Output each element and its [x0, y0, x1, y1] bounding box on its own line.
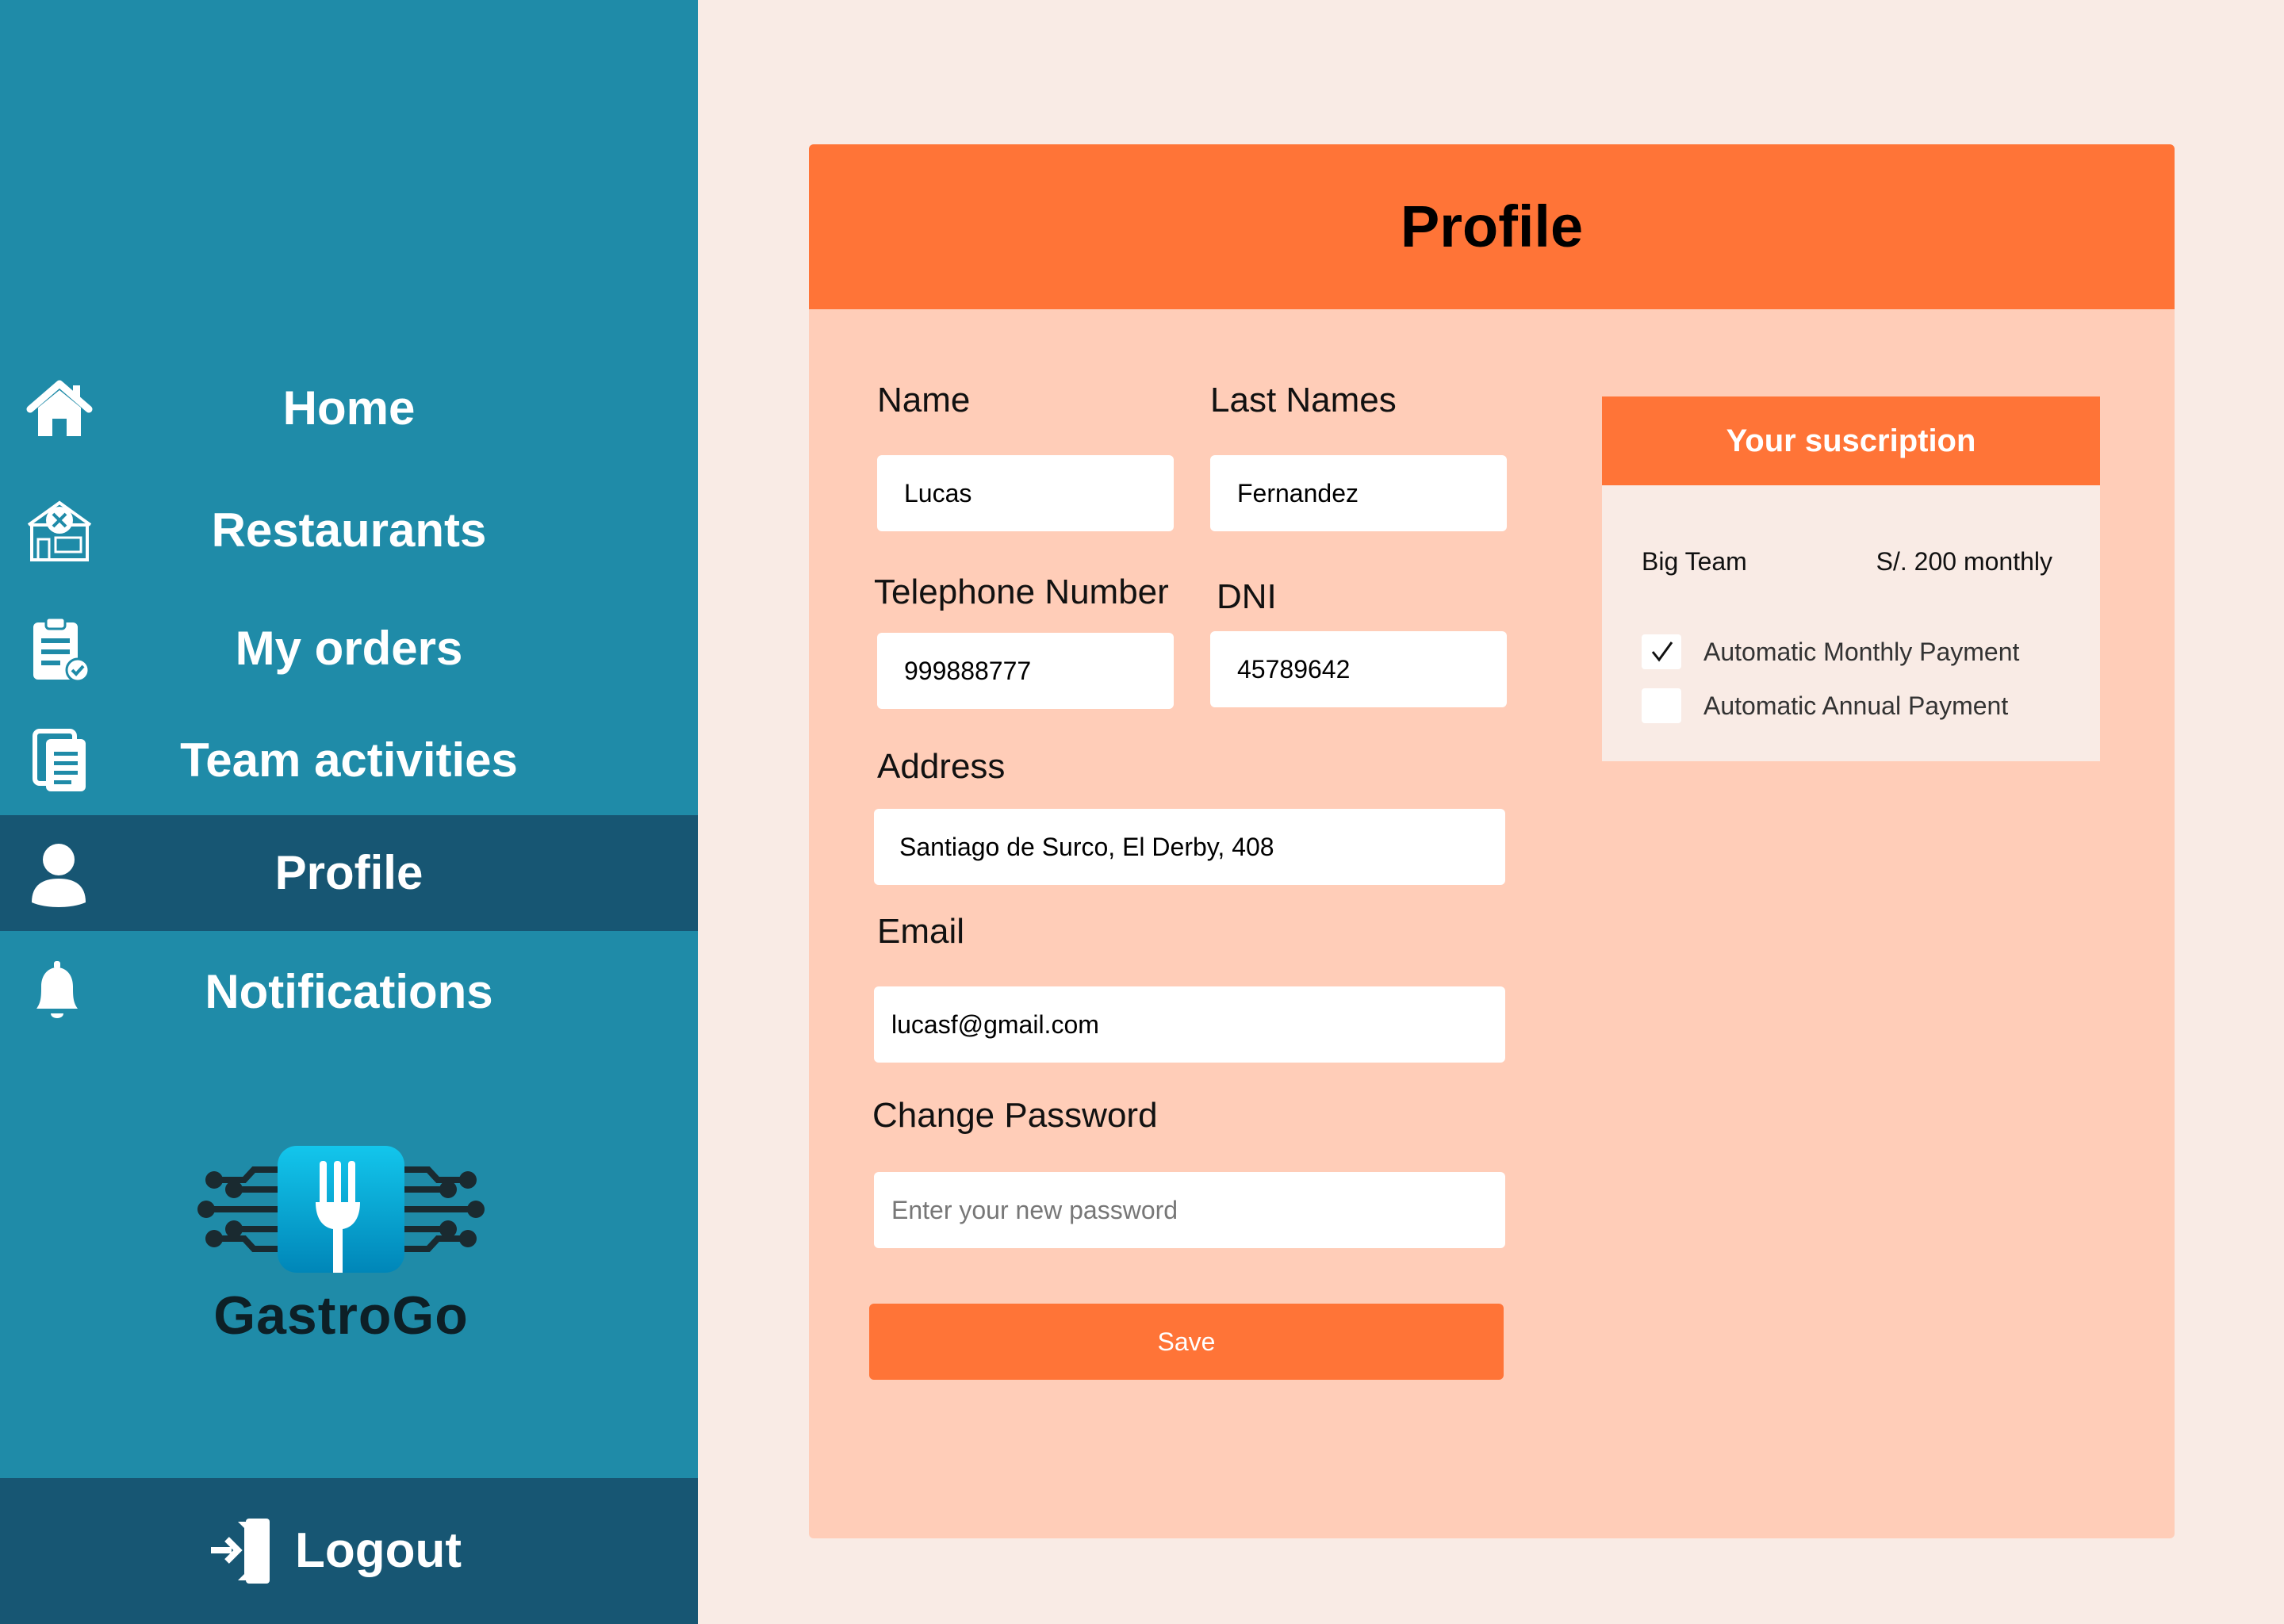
sidebar-item-team-activities[interactable]: Team activities — [0, 703, 698, 818]
last-names-label: Last Names — [1210, 381, 1397, 419]
checkmark-icon — [1651, 642, 1673, 662]
logout-button[interactable]: Logout — [0, 1478, 698, 1624]
monthly-payment-checkbox[interactable] — [1642, 634, 1681, 669]
bell-icon — [36, 961, 78, 1018]
save-button[interactable]: Save — [869, 1304, 1504, 1380]
clipboard-check-icon — [33, 616, 90, 683]
change-password-label: Change Password — [872, 1096, 1158, 1135]
address-field[interactable] — [874, 809, 1505, 885]
brand-name: GastroGo — [213, 1285, 469, 1346]
telephone-field[interactable] — [877, 633, 1174, 709]
telephone-label: Telephone Number — [874, 573, 1169, 611]
sidebar-item-label: Home — [282, 381, 416, 435]
monthly-payment-label: Automatic Monthly Payment — [1703, 638, 2020, 666]
restaurant-icon — [27, 500, 92, 561]
sidebar-item-label: Restaurants — [211, 504, 487, 557]
brand-logo: GastroGo — [190, 1142, 492, 1356]
sidebar-item-home[interactable]: Home — [0, 350, 698, 466]
sidebar-item-profile[interactable]: Profile — [0, 815, 698, 931]
new-password-field[interactable] — [874, 1172, 1505, 1248]
sidebar: Home Restaurants My orders Team activiti… — [0, 0, 698, 1624]
documents-icon — [33, 729, 86, 791]
sidebar-item-label: Team activities — [180, 733, 518, 787]
name-label: Name — [877, 381, 971, 419]
user-icon — [32, 844, 86, 907]
page-title: Profile — [1400, 193, 1584, 259]
plan-name: Big Team — [1642, 547, 1747, 576]
sidebar-item-my-orders[interactable]: My orders — [0, 591, 698, 707]
dni-label: DNI — [1217, 577, 1277, 616]
dni-field[interactable] — [1210, 631, 1507, 707]
email-label: Email — [877, 912, 965, 951]
sidebar-item-notifications[interactable]: Notifications — [0, 934, 698, 1050]
logout-icon — [211, 1519, 270, 1584]
sidebar-item-label: Profile — [274, 846, 423, 899]
profile-header: Profile — [809, 144, 2175, 309]
sidebar-item-label: Notifications — [205, 965, 493, 1018]
sidebar-item-label: My orders — [235, 622, 463, 675]
fork-chip-logo-icon — [197, 1146, 485, 1273]
email-field[interactable] — [874, 986, 1505, 1063]
subscription-title: Your suscription — [1602, 396, 2100, 485]
logout-label: Logout — [295, 1523, 462, 1578]
address-label: Address — [877, 747, 1006, 786]
sidebar-item-restaurants[interactable]: Restaurants — [0, 473, 698, 588]
subscription-panel: Your suscription Big Team S/. 200 monthl… — [1602, 396, 2100, 761]
annual-payment-label: Automatic Annual Payment — [1703, 691, 2009, 720]
annual-payment-checkbox[interactable] — [1642, 688, 1681, 723]
profile-card: Profile Name Last Names Telephone Number… — [809, 144, 2175, 1538]
home-icon — [26, 380, 93, 436]
plan-price: S/. 200 monthly — [1876, 547, 2052, 576]
last-names-field[interactable] — [1210, 455, 1507, 531]
name-field[interactable] — [877, 455, 1174, 531]
